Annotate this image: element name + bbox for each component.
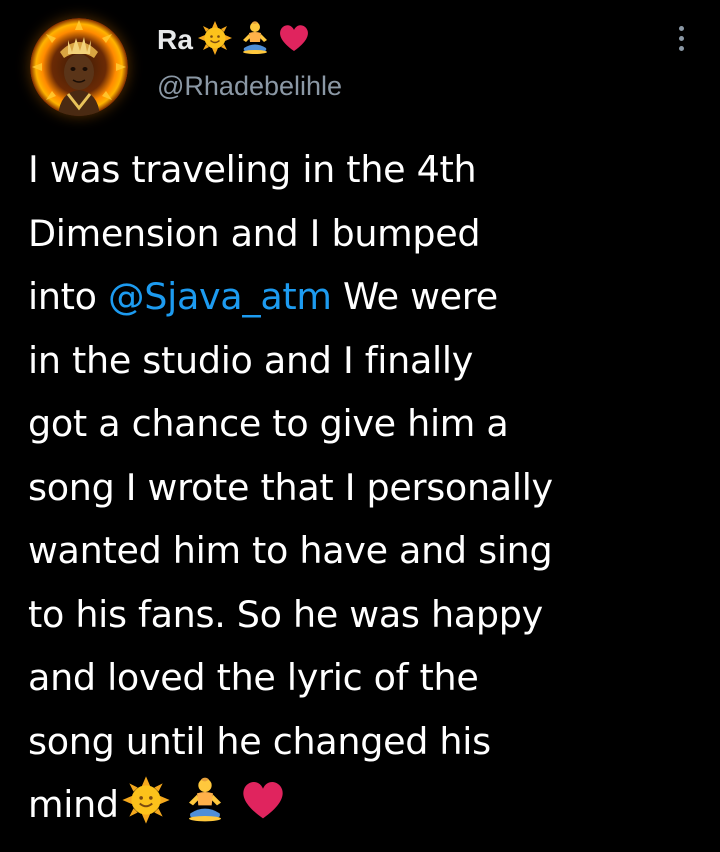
tweet-text-line: got a chance to give him a (28, 402, 509, 445)
tweet-text-segment: We were (331, 275, 498, 318)
tweet-text-line: in the studio and I finally (28, 338, 473, 382)
tweet-text-segment: into (28, 275, 109, 318)
display-name[interactable]: Ra (157, 24, 193, 56)
tweet-text-line: I was traveling in the 4th (28, 148, 477, 191)
tweet-text-line: into @Sjava_atm We were (28, 265, 708, 329)
tweet-text-line: Dimension and I bumped (28, 211, 481, 255)
end-emojis (121, 775, 287, 845)
person-in-lotus-position-icon (237, 20, 273, 60)
mention-link[interactable]: @Sjava_atm (108, 275, 332, 318)
vertical-ellipsis-icon (679, 26, 684, 31)
display-name-row[interactable]: Ra (157, 20, 311, 60)
tweet-body: I was traveling in the 4th Dimension and… (28, 138, 708, 837)
tweet-text-line: wanted him to have and sing (28, 529, 553, 572)
tweet-header: Ra @Rhadebelihle (0, 0, 720, 130)
tweet-text-line: mind (28, 773, 708, 837)
user-handle[interactable]: @Rhadebelihle (157, 71, 342, 102)
sun-with-face-icon (197, 20, 233, 60)
tweet-text-segment: mind (28, 783, 119, 826)
red-heart-icon (277, 21, 311, 59)
person-in-lotus-position-icon (181, 776, 229, 844)
tweet-text-line: song until he changed his (28, 719, 491, 763)
tweet-text-line: to his fans. So he was happy (28, 592, 543, 636)
tweet-text-line: and loved the lyric of the (28, 656, 479, 699)
sun-with-face-icon (121, 775, 171, 845)
avatar[interactable] (30, 18, 128, 116)
more-options-button[interactable] (668, 24, 696, 54)
tweet-text-line: song I wrote that I personally (28, 465, 553, 509)
red-heart-icon (239, 776, 287, 844)
